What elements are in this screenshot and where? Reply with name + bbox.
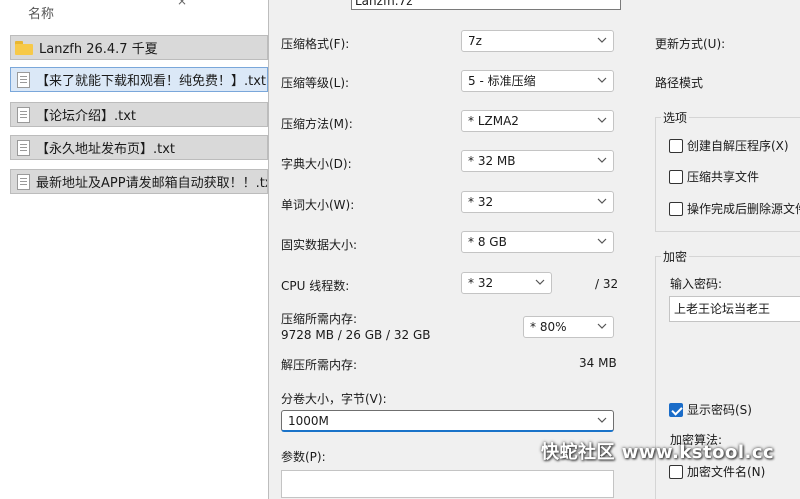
level-label: 压缩等级(L): xyxy=(281,76,350,90)
list-item-label: 【论坛介绍】.txt xyxy=(36,109,137,124)
checkbox-box xyxy=(669,169,683,184)
method-label: 压缩方法(M): xyxy=(281,117,353,131)
chevron-down-icon xyxy=(597,77,607,83)
word-size-label: 单词大小(W): xyxy=(281,198,355,212)
chevron-down-icon xyxy=(535,279,545,285)
solid-block-select[interactable]: * 8 GB xyxy=(461,231,614,253)
cpu-threads-select[interactable]: * 32 xyxy=(461,272,552,294)
list-item-label: 【永久地址发布页】.txt xyxy=(36,142,176,157)
solid-block-label: 固实数据大小: xyxy=(281,238,358,252)
list-item-label: 最新地址及APP请发邮箱自动获取！！.txt xyxy=(36,176,268,191)
compress-memory-value: 9728 MB / 26 GB / 32 GB xyxy=(281,328,431,342)
watermark-text: 快蛇社区 www.kstool.cc xyxy=(541,442,775,463)
options-group-title: 选项 xyxy=(661,109,690,126)
chevron-down-icon xyxy=(597,198,607,204)
file-explorer-panel: 名称 × Lanzfh 26.4.7 千夏 【来了就能下载和观看！纯免费！】.t… xyxy=(0,0,268,499)
encryption-group-title: 加密 xyxy=(661,248,690,265)
show-password-checkbox-label: 显示密码(S) xyxy=(687,403,752,417)
shared-files-checkbox[interactable]: 压缩共享文件 xyxy=(669,168,759,185)
sfx-checkbox-label: 创建自解压程序(X) xyxy=(687,139,789,153)
text-file-icon xyxy=(17,173,30,190)
compress-memory-label: 压缩所需内存: xyxy=(281,312,358,326)
level-select[interactable]: 5 - 标准压缩 xyxy=(461,70,614,92)
decompress-memory-value: 34 MB xyxy=(579,356,617,370)
checkbox-box xyxy=(669,138,683,153)
chevron-down-icon xyxy=(597,157,607,163)
cpu-threads-select-value: * 32 xyxy=(468,276,494,290)
volume-size-label: 分卷大小，字节(V): xyxy=(281,392,387,406)
list-item-file[interactable]: 最新地址及APP请发邮箱自动获取！！.txt xyxy=(10,169,268,194)
list-item-file[interactable]: 【来了就能下载和观看！纯免费！】.txt xyxy=(10,67,268,92)
chevron-down-icon xyxy=(597,37,607,43)
chevron-down-icon xyxy=(597,238,607,244)
folder-icon xyxy=(15,40,33,55)
dictionary-select[interactable]: * 32 MB xyxy=(461,150,614,172)
add-to-archive-dialog: Lanzfh.7z 压缩格式(F): 压缩等级(L): 压缩方法(M): 字典大… xyxy=(268,0,800,499)
word-size-select-value: * 32 xyxy=(468,195,494,209)
memory-usage-select-value: * 80% xyxy=(530,320,567,334)
close-icon[interactable]: × xyxy=(177,0,187,8)
list-item-label: Lanzfh 26.4.7 千夏 xyxy=(39,42,158,57)
encrypt-names-checkbox-label: 加密文件名(N) xyxy=(687,465,766,479)
checkbox-box xyxy=(669,464,683,479)
list-item-file[interactable]: 【论坛介绍】.txt xyxy=(10,102,268,127)
word-size-select[interactable]: * 32 xyxy=(461,191,614,213)
cpu-threads-label: CPU 线程数: xyxy=(281,279,350,293)
format-select[interactable]: 7z xyxy=(461,30,614,52)
encrypt-names-checkbox[interactable]: 加密文件名(N) xyxy=(669,463,765,480)
delete-after-checkbox[interactable]: 操作完成后删除源文件 xyxy=(669,200,800,217)
text-file-icon xyxy=(17,139,30,156)
volume-size-combobox[interactable]: 1000M xyxy=(281,410,614,432)
chevron-down-icon xyxy=(597,117,607,123)
list-item-label: 【来了就能下载和观看！纯免费！】.txt xyxy=(36,74,267,89)
checkbox-checked-icon xyxy=(669,402,683,417)
dictionary-label: 字典大小(D): xyxy=(281,157,352,171)
volume-size-value: 1000M xyxy=(288,414,329,428)
format-select-value: 7z xyxy=(468,34,482,48)
method-select-value: * LZMA2 xyxy=(468,114,519,128)
text-file-icon xyxy=(17,71,30,88)
parameters-label: 参数(P): xyxy=(281,450,326,464)
method-select[interactable]: * LZMA2 xyxy=(461,110,614,132)
password-label: 输入密码: xyxy=(670,277,723,291)
delete-after-checkbox-label: 操作完成后删除源文件 xyxy=(687,202,800,216)
chevron-down-icon xyxy=(597,417,607,423)
path-mode-label: 路径模式 xyxy=(655,76,704,90)
shared-files-checkbox-label: 压缩共享文件 xyxy=(687,170,760,184)
column-header-name[interactable]: 名称 xyxy=(28,3,54,22)
memory-usage-select[interactable]: * 80% xyxy=(523,316,614,338)
format-label: 压缩格式(F): xyxy=(281,37,350,51)
update-mode-label: 更新方式(U): xyxy=(655,37,726,51)
cpu-threads-max: / 32 xyxy=(595,277,619,291)
level-select-value: 5 - 标准压缩 xyxy=(468,74,536,88)
list-item-folder[interactable]: Lanzfh 26.4.7 千夏 xyxy=(10,35,268,60)
archive-name-input[interactable]: Lanzfh.7z xyxy=(351,0,621,10)
text-file-icon xyxy=(17,106,30,123)
decompress-memory-label: 解压所需内存: xyxy=(281,358,358,372)
dictionary-select-value: * 32 MB xyxy=(468,154,516,168)
solid-block-select-value: * 8 GB xyxy=(468,235,507,249)
sfx-checkbox[interactable]: 创建自解压程序(X) xyxy=(669,137,789,154)
parameters-input[interactable] xyxy=(281,470,614,498)
password-input[interactable]: 上老王论坛当老王 xyxy=(669,296,800,322)
list-item-file[interactable]: 【永久地址发布页】.txt xyxy=(10,135,268,160)
chevron-down-icon xyxy=(597,323,607,329)
show-password-checkbox[interactable]: 显示密码(S) xyxy=(669,401,752,418)
checkbox-box xyxy=(669,201,683,216)
